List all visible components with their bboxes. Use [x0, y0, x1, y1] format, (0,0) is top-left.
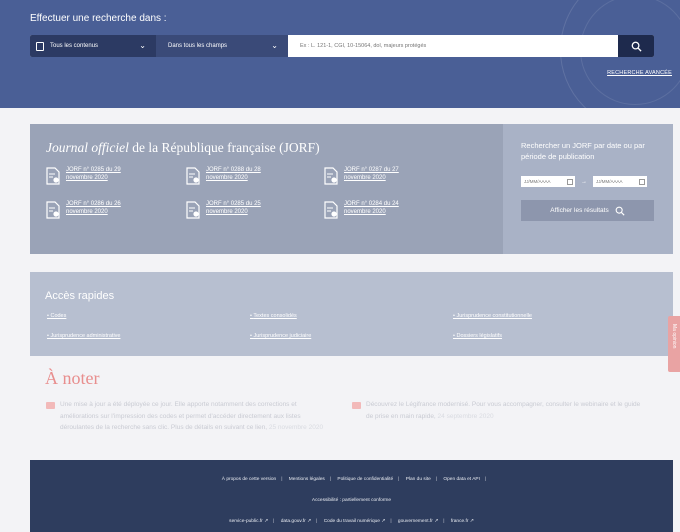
chevron-down-icon: ⌄ [271, 41, 278, 50]
footer-link-privacy[interactable]: Politique de confidentialité [337, 477, 393, 482]
external-link-icon: ↗ [381, 519, 386, 524]
journal-document-icon [324, 167, 338, 185]
show-results-button[interactable]: Afficher les résultats [521, 200, 654, 221]
calendar-icon[interactable] [639, 178, 645, 185]
quick-link-legislative-files[interactable]: • Dossiers législatifs [453, 333, 502, 339]
scope-select-label: Tous les contenus [50, 43, 99, 49]
jorf-item[interactable]: JORF n° 0287 du 27 novembre 2020 [324, 166, 454, 192]
quick-access-panel: Accès rapides • Codes • Textes consolidé… [30, 272, 673, 356]
jorf-item[interactable]: JORF n° 0286 du 26 novembre 2020 [46, 200, 176, 226]
footer-link-about[interactable]: À propos de cette version [222, 477, 276, 482]
notes-title: À noter [45, 368, 100, 388]
search-header-title: Effectuer une recherche dans : [30, 13, 167, 24]
date-to-field[interactable]: JJ/MM/AAAA [593, 176, 647, 187]
jorf-date-search: Rechercher un JORF par date ou par pério… [503, 124, 673, 254]
footer-link-accessibility[interactable]: Accessibilité : partiellement conforme [312, 498, 391, 503]
info-icon [46, 402, 55, 409]
search-icon [631, 41, 642, 52]
search-icon [615, 206, 625, 216]
quick-link-consolidated-texts[interactable]: • Textes consolidés [250, 313, 297, 319]
quick-access-title: Accès rapides [45, 290, 115, 302]
external-link-icon: ↗ [434, 519, 439, 524]
search-header: Effectuer une recherche dans : Tous les … [0, 0, 680, 108]
external-link-icon: ↗ [469, 519, 474, 524]
jorf-title: Journal officiel de la République frança… [46, 140, 320, 155]
jorf-item[interactable]: JORF n° 0285 du 25 novembre 2020 [186, 200, 316, 226]
arrow-right-icon: → [581, 178, 587, 185]
field-select-label: Dans tous les champs [168, 43, 228, 49]
jorf-item[interactable]: JORF n° 0288 du 28 novembre 2020 [186, 166, 316, 192]
footer-link-legal[interactable]: Mentions légales [289, 477, 325, 482]
quick-link-judicial-case-law[interactable]: • Jurisprudence judiciaire [250, 333, 311, 339]
footer-link-data-gouv[interactable]: data.gouv.fr ↗ [281, 519, 311, 524]
scope-select[interactable]: Tous les contenus ⌄ [30, 35, 156, 57]
footer-accessibility: Accessibilité : partiellement conforme [30, 498, 673, 503]
quick-link-constitutional-case-law[interactable]: • Jurisprudence constitutionnelle [453, 313, 532, 319]
feedback-tab[interactable]: Ma opinion [668, 316, 680, 372]
external-link-icon: ↗ [307, 519, 312, 524]
search-button[interactable] [618, 35, 654, 57]
search-bar: Tous les contenus ⌄ Dans tous les champs… [30, 35, 654, 57]
journal-document-icon [186, 201, 200, 219]
footer-link-sitemap[interactable]: Plan du site [406, 477, 431, 482]
jorf-item[interactable]: JORF n° 0284 du 24 novembre 2020 [324, 200, 454, 226]
footer-link-opendata[interactable]: Open data et API [443, 477, 480, 482]
quick-link-administrative-case-law[interactable]: • Jurisprudence administrative [47, 333, 120, 339]
journal-document-icon [324, 201, 338, 219]
footer-links: À propos de cette version | Mentions léga… [221, 477, 487, 482]
journal-document-icon [46, 167, 60, 185]
jorf-panel: Journal officiel de la République frança… [30, 124, 503, 254]
journal-document-icon [46, 201, 60, 219]
external-link-icon: ↗ [264, 519, 269, 524]
field-select[interactable]: Dans tous les champs ⌄ [156, 35, 288, 57]
footer: À propos de cette version | Mentions léga… [30, 460, 673, 532]
date-search-title: Rechercher un JORF par date ou par pério… [521, 141, 645, 161]
note-right: Découvrez le Légifrance modernisé. Pour … [366, 401, 641, 420]
note-left: Une mise à jour a été déployée ce jour. … [60, 401, 324, 431]
journal-document-icon [186, 167, 200, 185]
date-from-field[interactable]: JJ/MM/AAAA [521, 176, 575, 187]
advanced-search-link[interactable]: RECHERCHE AVANCÉE [607, 70, 672, 76]
document-icon [36, 41, 44, 51]
footer-link-code-travail[interactable]: Code du travail numérique ↗ [324, 519, 386, 524]
chevron-down-icon: ⌄ [139, 41, 146, 50]
search-input[interactable] [288, 35, 618, 57]
footer-link-france[interactable]: france.fr ↗ [451, 519, 474, 524]
date-range: JJ/MM/AAAA → JJ/MM/AAAA [521, 176, 647, 187]
info-icon [352, 402, 361, 409]
quick-link-codes[interactable]: • Codes [47, 313, 66, 319]
calendar-icon[interactable] [567, 178, 573, 185]
footer-link-gouvernement[interactable]: gouvernement.fr ↗ [398, 519, 438, 524]
footer-partner-links: service-public.fr ↗ | data.gouv.fr ↗ | Cod… [229, 519, 474, 524]
footer-link-service-public[interactable]: service-public.fr ↗ [229, 519, 268, 524]
jorf-item[interactable]: JORF n° 0285 du 29 novembre 2020 [46, 166, 176, 192]
